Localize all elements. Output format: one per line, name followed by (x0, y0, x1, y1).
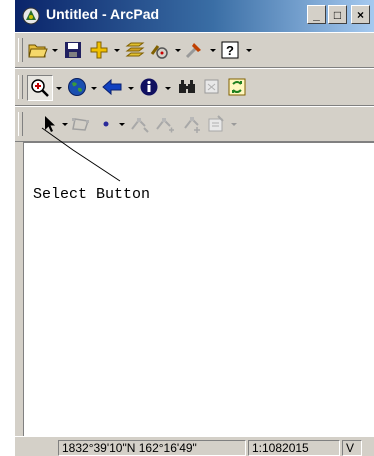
select-button-callout: Select Button (33, 186, 151, 203)
annotation-leader-line (41, 127, 121, 182)
